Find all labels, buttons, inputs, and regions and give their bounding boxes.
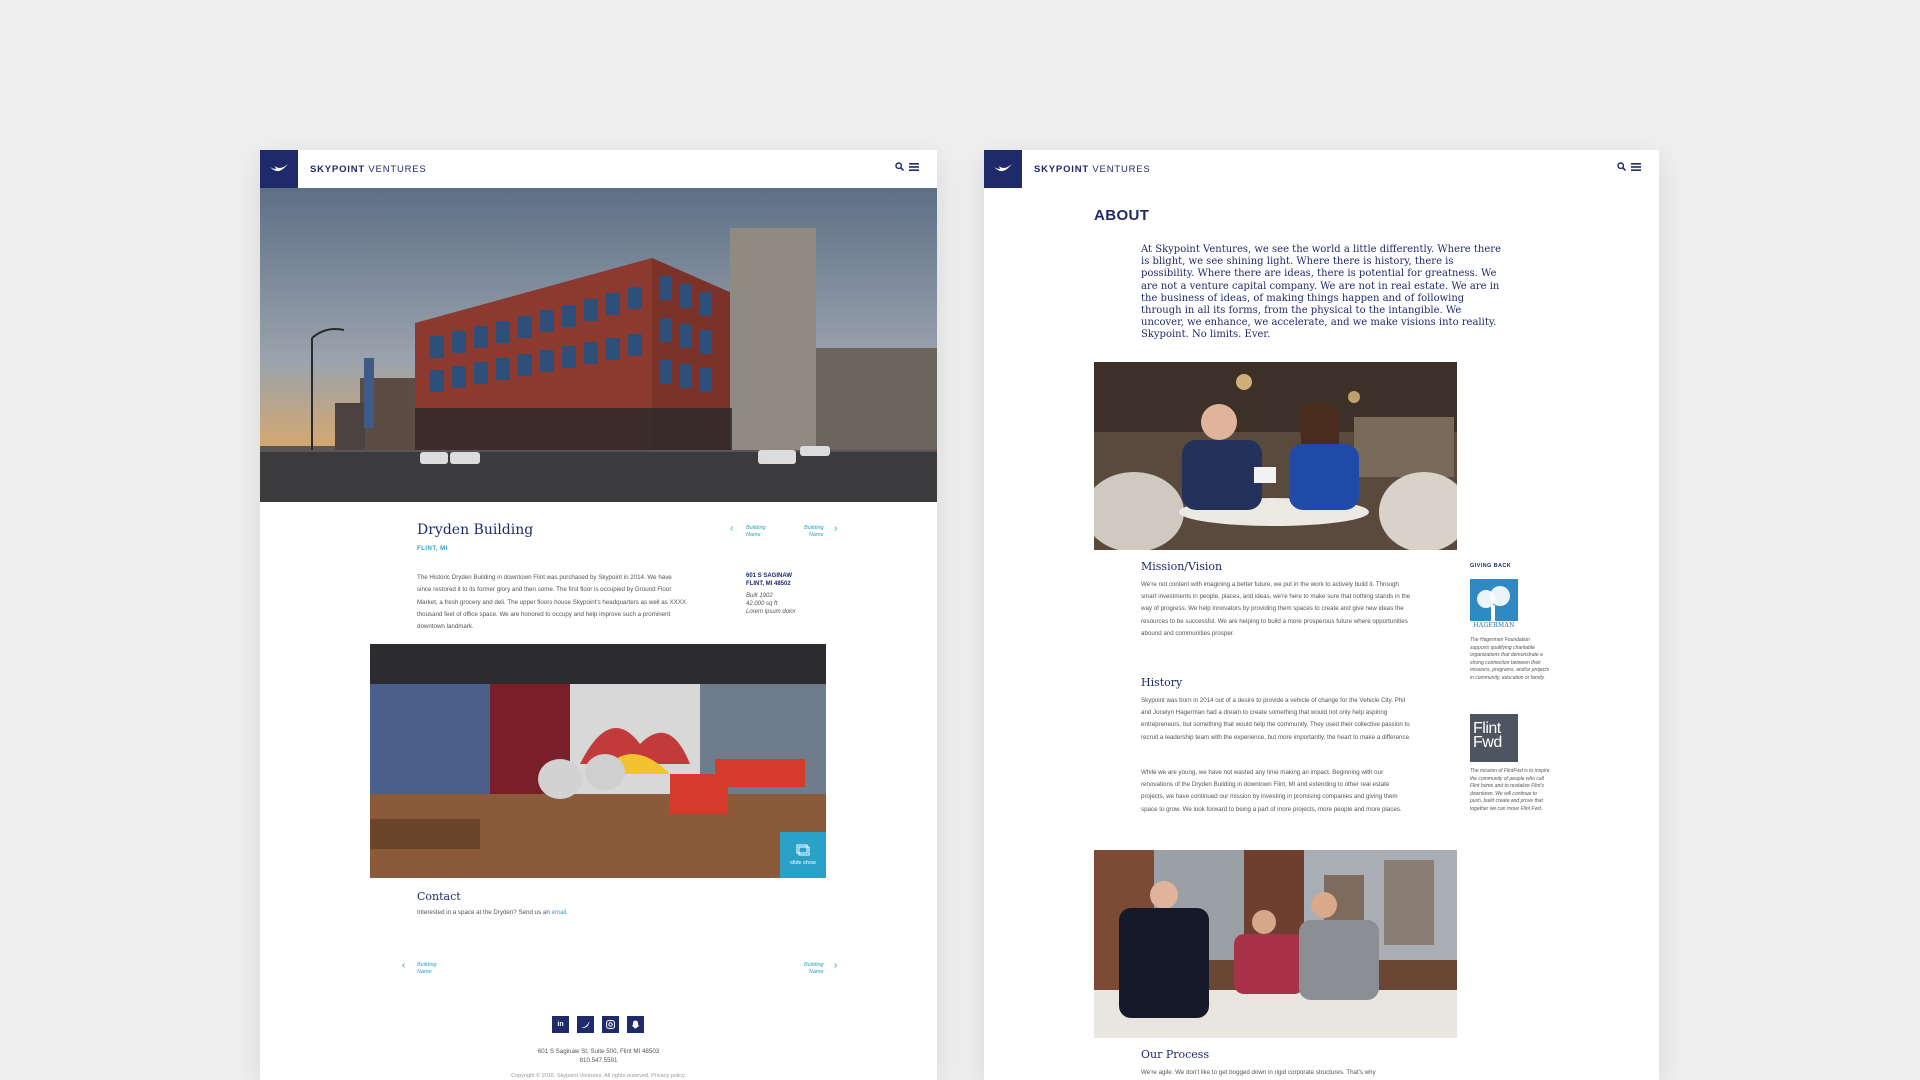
- interior-photo: slide show: [370, 644, 826, 878]
- menu-icon[interactable]: [909, 162, 919, 171]
- instagram-icon[interactable]: [602, 1016, 619, 1033]
- menu-icon[interactable]: [1631, 162, 1641, 171]
- skypoint-logo[interactable]: [260, 150, 298, 188]
- team-photo-planning: [1094, 850, 1457, 1038]
- footer-next-building-link[interactable]: Building Name: [804, 962, 824, 976]
- flint-fwd-logo[interactable]: Flint Fwd: [1470, 714, 1518, 762]
- building-title: Dryden Building: [417, 522, 534, 538]
- prev-building-link[interactable]: Building Name: [746, 525, 766, 539]
- building-description: The Historic Dryden Building in downtown…: [417, 574, 686, 631]
- slideshow-icon: [796, 844, 810, 856]
- building-location: FLINT, MI: [417, 546, 448, 552]
- site-header: SKYPOINT VENTURES: [260, 150, 937, 188]
- bird-icon: [994, 164, 1012, 172]
- giving-back-heading: GIVING BACK: [1470, 563, 1512, 569]
- hagerman-foundation-logo[interactable]: HAGERMAN: [1470, 579, 1518, 632]
- history-text-1: Skypoint was born in 2014 out of a desir…: [1141, 697, 1411, 741]
- search-icon[interactable]: [1617, 162, 1626, 171]
- email-link[interactable]: email.: [552, 909, 569, 916]
- slideshow-button[interactable]: slide show: [780, 832, 826, 878]
- hero-photo-dryden-building: [260, 188, 937, 502]
- bird-icon: [270, 164, 288, 172]
- brand-name[interactable]: SKYPOINT VENTURES: [1034, 164, 1151, 175]
- skypoint-logo[interactable]: [984, 150, 1022, 188]
- brand-name[interactable]: SKYPOINT VENTURES: [310, 164, 427, 175]
- building-page: SKYPOINT VENTURES Dryden Building FLINT,…: [260, 150, 937, 1080]
- next-building-link[interactable]: Building Name: [804, 525, 824, 539]
- process-text: We're agile. We don't like to get bogged…: [1141, 1069, 1376, 1076]
- site-header: SKYPOINT VENTURES: [984, 150, 1659, 188]
- history-text-2: While we are young, we have not wasted a…: [1141, 769, 1402, 813]
- building-details: 601 S SAGINAW FLINT, MI 48502 Built 1902…: [746, 573, 796, 615]
- about-heading: ABOUT: [1094, 207, 1150, 224]
- chevron-left-icon[interactable]: ‹: [402, 960, 405, 971]
- about-page: SKYPOINT VENTURES ABOUT At Skypoint Vent…: [984, 150, 1659, 1080]
- mission-text: We're not content with imagining a bette…: [1141, 581, 1411, 637]
- footer-copyright: Copyright © 2016. Skypoint Ventures. All…: [511, 1073, 686, 1079]
- hagerman-description: The Hagerman Foundation supports qualify…: [1470, 637, 1550, 681]
- social-links: in: [552, 1016, 644, 1033]
- snapchat-icon[interactable]: [627, 1016, 644, 1033]
- flint-fwd-description: The mission of FlintFwd is to inspire th…: [1470, 768, 1550, 812]
- contact-text: Interested in a space at the Dryden? Sen…: [417, 909, 569, 916]
- footer-prev-building-link[interactable]: Building Name: [417, 962, 437, 976]
- chevron-left-icon[interactable]: ‹: [730, 523, 733, 534]
- chevron-right-icon[interactable]: ›: [834, 523, 837, 534]
- chevron-right-icon[interactable]: ›: [834, 960, 837, 971]
- search-icon[interactable]: [895, 162, 904, 171]
- contact-heading: Contact: [417, 890, 461, 903]
- mission-heading: Mission/Vision: [1141, 560, 1223, 573]
- team-photo-meeting: [1094, 362, 1457, 550]
- about-intro: At Skypoint Ventures, we see the world a…: [1141, 244, 1501, 341]
- twitter-icon[interactable]: [577, 1016, 594, 1033]
- history-heading: History: [1141, 676, 1183, 689]
- linkedin-icon[interactable]: in: [552, 1016, 569, 1033]
- process-heading: Our Process: [1141, 1048, 1210, 1061]
- footer-address: 601 S Saginaw St, Suite 500, Flint MI 48…: [537, 1048, 660, 1064]
